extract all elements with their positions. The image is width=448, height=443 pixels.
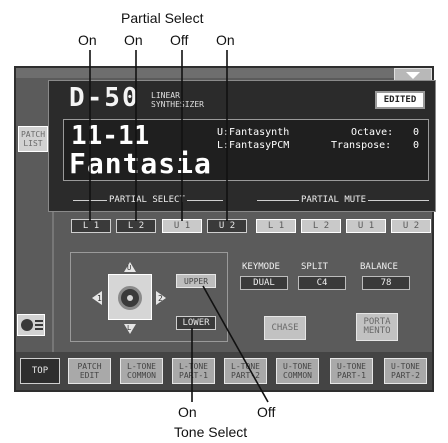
top-bar [16,68,432,78]
logo-sub-synthesizer: SYNTHESIZER [151,100,204,109]
partial-state-u1: Off [170,32,189,48]
partial-select-l1[interactable]: L 1 [71,219,111,233]
patch-name: Fantasia [69,147,212,180]
chase-button[interactable]: CHASE [264,316,306,340]
transpose-value: 0 [413,140,420,151]
balance-header: BALANCE [360,262,398,272]
partial-mute-l1[interactable]: L 1 [256,219,296,233]
logo: D-50 [69,83,140,113]
balance-value[interactable]: 78 [362,276,410,290]
joystick-up-label: U [127,264,132,272]
partial-mute-l2[interactable]: L 2 [301,219,341,233]
partial-state-l2: On [124,32,143,48]
partial-mute-u2[interactable]: U 2 [391,219,431,233]
tone-select-upper[interactable]: UPPER [176,274,216,288]
transpose-label: Transpose: [331,140,392,151]
partial-mute-u1[interactable]: U 1 [346,219,386,233]
portamento-button[interactable]: PORTA MENTO [356,313,398,341]
tab-l-tone-part-1[interactable]: L-TONE PART-1 [172,358,215,384]
partial-select-u1[interactable]: U 1 [162,219,202,233]
upper-tone-line: U:Fantasynth [217,127,290,138]
split-value[interactable]: C4 [298,276,346,290]
partial-state-l1: On [78,32,97,48]
octave-value: 0 [413,127,420,138]
tab-l-tone-part-2[interactable]: L-TONE PART-2 [224,358,267,384]
tone-select-title: Tone Select [174,424,248,440]
tab-u-tone-part-2[interactable]: U-TONE PART-2 [384,358,427,384]
tone-state-lower: On [178,404,197,420]
patch-list-label: PATCH LIST [20,130,46,148]
chevron-down-icon [406,71,420,79]
logo-sub-linear: LINEAR [151,91,180,100]
partial-select-l2[interactable]: L 2 [116,219,156,233]
partial-select-title: Partial Select [121,10,204,26]
tab-u-tone-part-1[interactable]: U-TONE PART-1 [330,358,373,384]
joystick-down-label: L [127,324,132,332]
tab-u-tone-common[interactable]: U-TONE COMMON [276,358,319,384]
tone-select-lower[interactable]: LOWER [176,316,216,330]
partial-select-label: PARTIAL SELECT [107,195,187,205]
joystick[interactable]: U L 1 2 [90,262,170,336]
note-circle-icon [21,319,33,331]
joystick-left-label: 1 [97,294,102,303]
utility-button[interactable] [17,314,45,336]
joystick-right-label: 2 [158,294,163,303]
joystick-center [127,295,133,301]
tone-state-upper: Off [257,404,276,420]
tab-l-tone-common[interactable]: L-TONE COMMON [120,358,163,384]
keymode-header: KEYMODE [242,262,280,272]
lcd-display: D-50 LINEAR SYNTHESIZER EDITED 11-11 Fan… [48,80,436,212]
edited-badge: EDITED [375,91,425,109]
split-header: SPLIT [301,262,329,272]
partial-mute-label: PARTIAL MUTE [299,195,369,205]
keymode-value[interactable]: DUAL [240,276,288,290]
octave-label: Octave: [351,127,394,138]
partial-state-u2: On [216,32,235,48]
patch-list-button[interactable]: PATCH LIST [18,126,48,152]
partial-select-u2[interactable]: U 2 [207,219,247,233]
lower-tone-line: L:FantasyPCM [217,140,290,151]
tab-patch-edit[interactable]: PATCH EDIT [68,358,111,384]
edited-label: EDITED [383,95,417,105]
list-middle-line [35,324,43,326]
tab-top[interactable]: TOP [20,358,60,384]
